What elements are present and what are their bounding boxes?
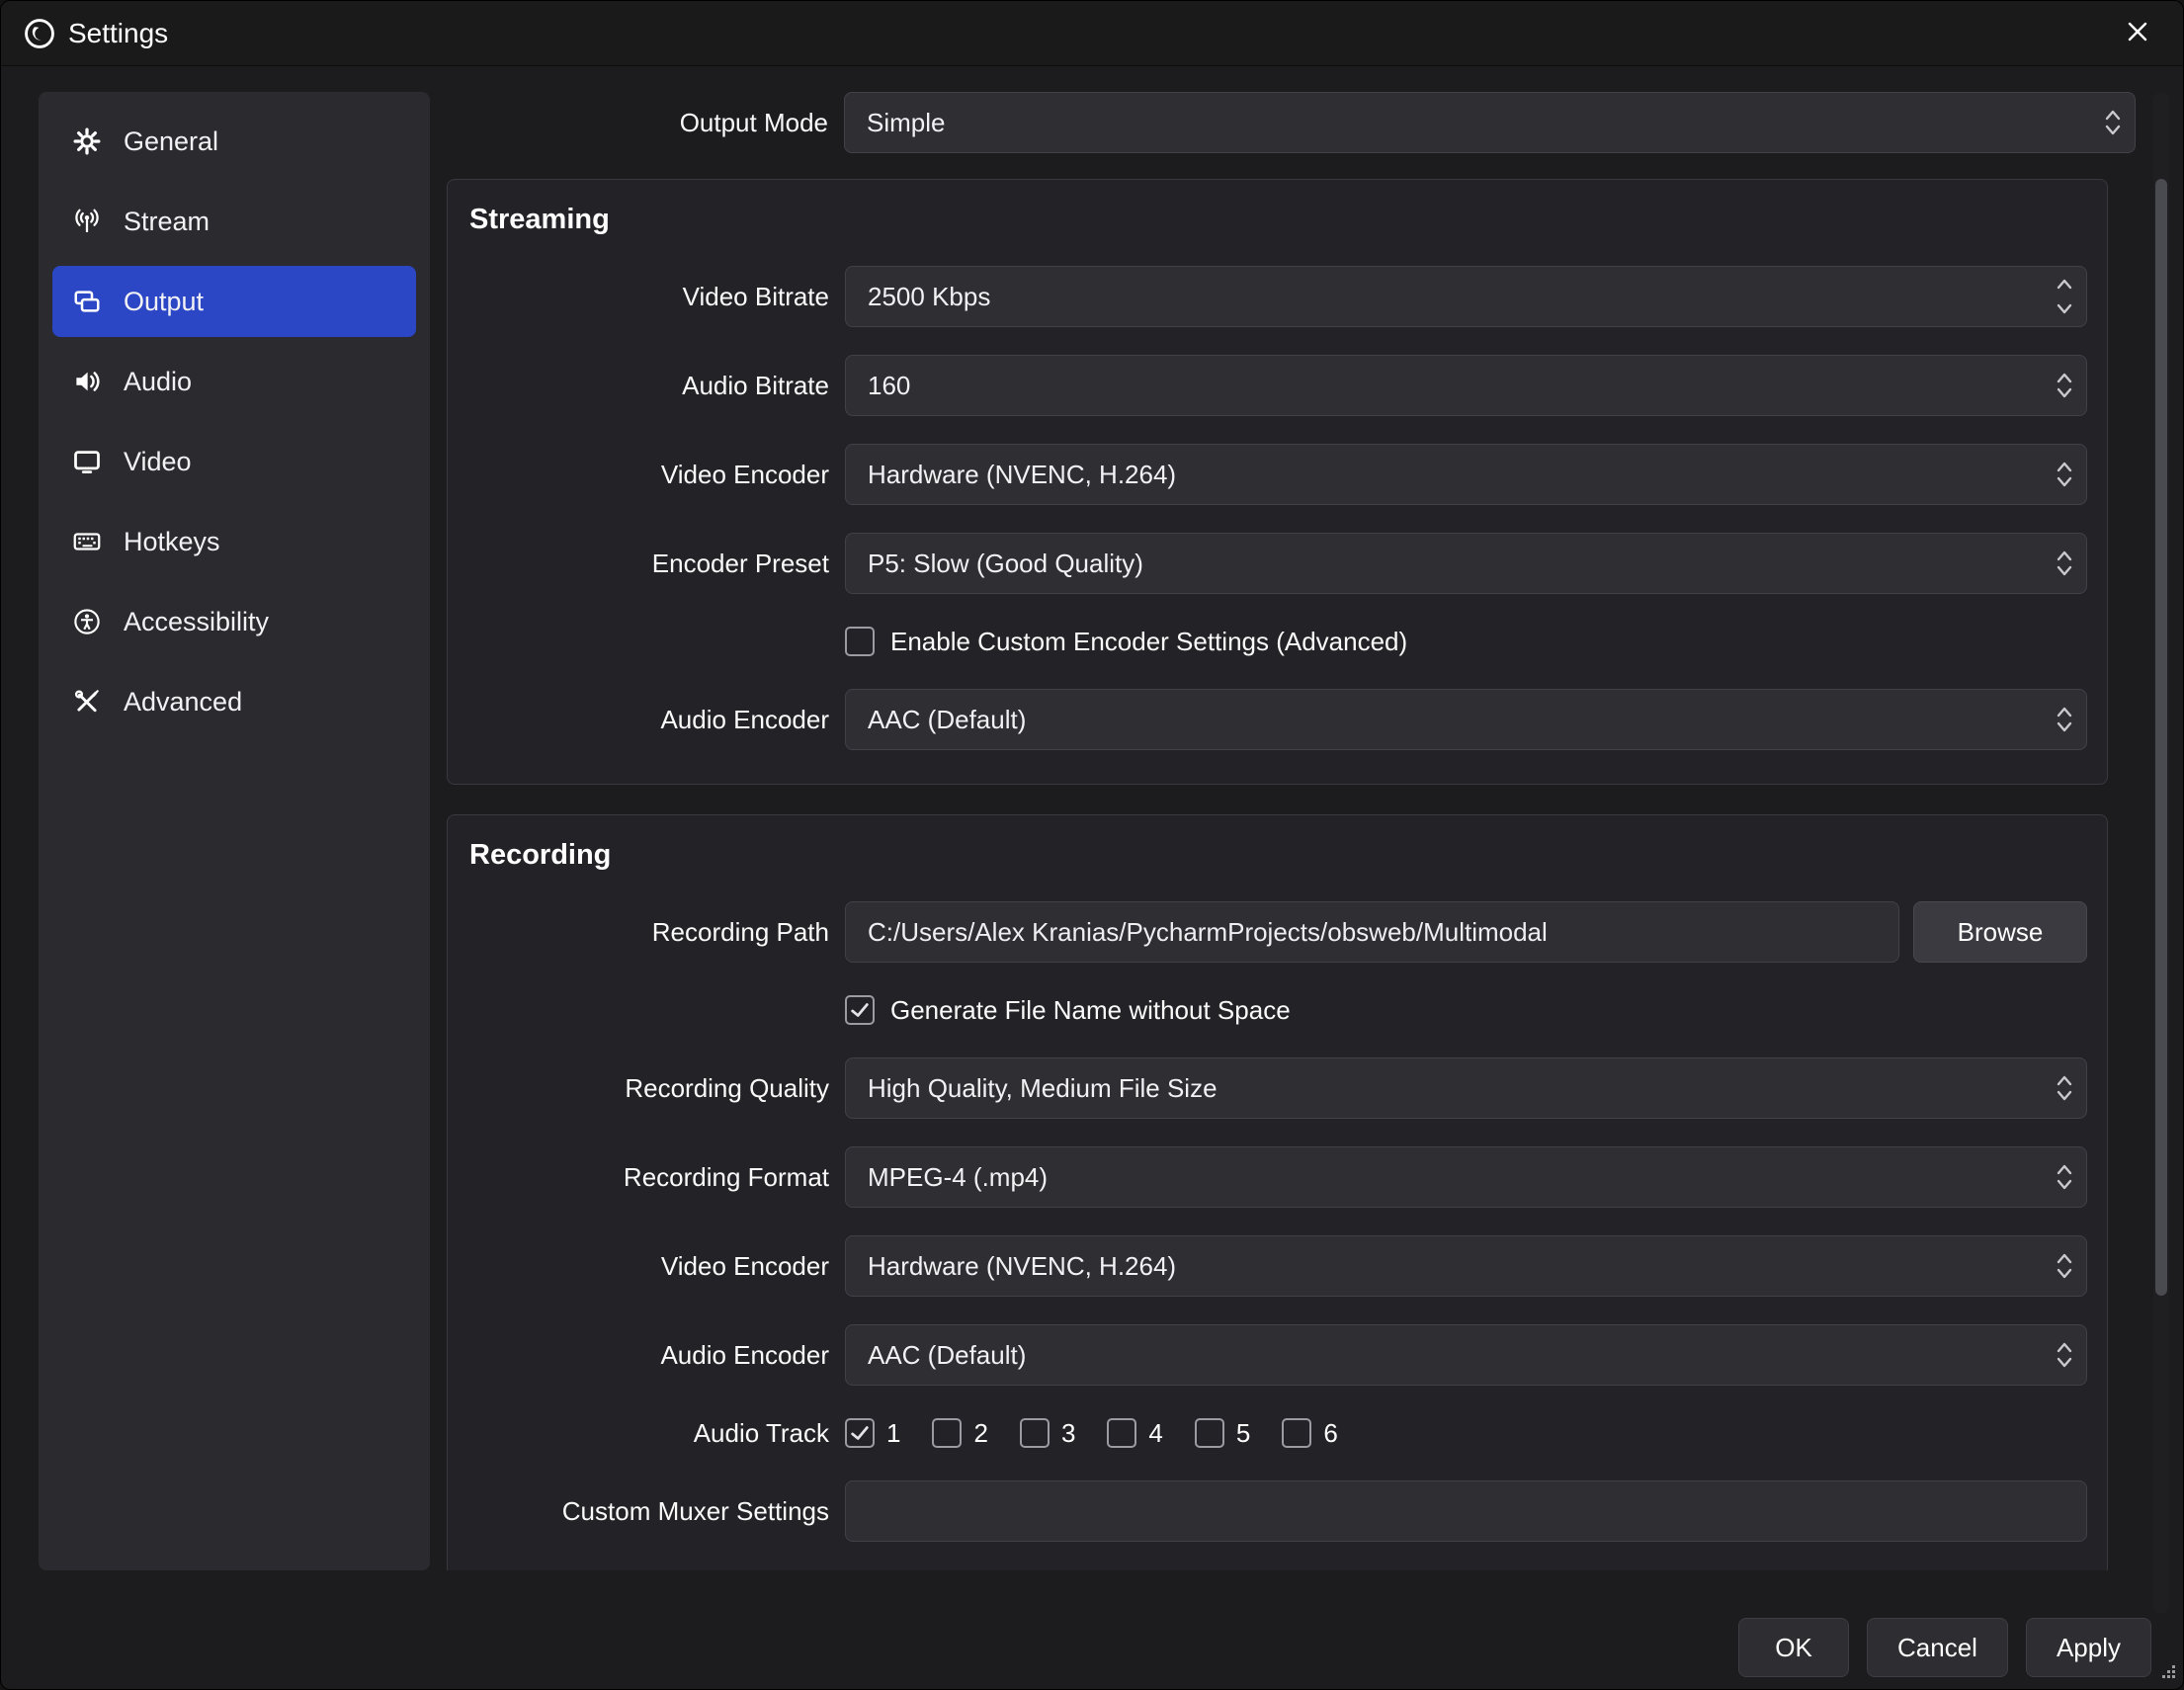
spinner-icon[interactable] — [2055, 369, 2074, 402]
audio-track-2: 2 — [932, 1418, 987, 1449]
audio-bitrate-select[interactable]: 160 — [845, 355, 2087, 416]
output-mode-select[interactable]: Simple — [844, 92, 2136, 153]
sidebar-item-label: Hotkeys — [124, 527, 220, 557]
browse-button[interactable]: Browse — [1913, 901, 2087, 963]
recording-path-input[interactable] — [845, 901, 1899, 963]
recording-quality-select[interactable]: High Quality, Medium File Size — [845, 1057, 2087, 1119]
spinner-icon[interactable] — [2055, 703, 2074, 736]
spinner-icon[interactable] — [2055, 1160, 2074, 1194]
sidebar-item-label: Advanced — [124, 687, 242, 718]
video-bitrate-spinbox[interactable]: 2500 Kbps — [845, 266, 2087, 327]
scrollbar-thumb[interactable] — [2155, 179, 2167, 1296]
stream-video-encoder-row: Video Encoder Hardware (NVENC, H.264) — [448, 444, 2087, 505]
sidebar-item-video[interactable]: Video — [52, 426, 416, 497]
spinner-icon[interactable] — [2055, 1071, 2074, 1105]
ok-button[interactable]: OK — [1738, 1618, 1849, 1677]
check-icon — [849, 999, 871, 1021]
sidebar-item-stream[interactable]: Stream — [52, 186, 416, 257]
sidebar-item-audio[interactable]: Audio — [52, 346, 416, 417]
recording-format-row: Recording Format MPEG-4 (.mp4) — [448, 1146, 2087, 1208]
spinner-icon[interactable] — [2055, 458, 2074, 491]
sidebar-item-label: Output — [124, 287, 204, 317]
audio-track-4: 4 — [1107, 1418, 1162, 1449]
video-bitrate-row: Video Bitrate 2500 Kbps — [448, 266, 2087, 327]
settings-window: Settings General Stream Output — [0, 0, 2184, 1690]
sidebar-item-label: Stream — [124, 207, 210, 237]
generate-filename-row: Generate File Name without Space — [448, 990, 2087, 1030]
speaker-icon — [72, 367, 102, 396]
output-mode-row: Output Mode Simple — [447, 92, 2136, 153]
spinner-icon[interactable] — [2055, 547, 2074, 580]
audio-track-3: 3 — [1020, 1418, 1075, 1449]
recording-path-row: Recording Path Browse — [448, 901, 2087, 963]
audio-bitrate-row: Audio Bitrate 160 — [448, 355, 2087, 416]
spinner-icon[interactable] — [2103, 106, 2123, 139]
recording-format-select[interactable]: MPEG-4 (.mp4) — [845, 1146, 2087, 1208]
encoder-preset-row: Encoder Preset P5: Slow (Good Quality) — [448, 533, 2087, 594]
audio-track-1-checkbox[interactable] — [845, 1418, 875, 1448]
vertical-scrollbar[interactable] — [2153, 92, 2169, 1614]
audio-track-4-checkbox[interactable] — [1107, 1418, 1136, 1448]
recording-quality-row: Recording Quality High Quality, Medium F… — [448, 1057, 2087, 1119]
encoder-preset-select[interactable]: P5: Slow (Good Quality) — [845, 533, 2087, 594]
custom-encoder-settings-row: Enable Custom Encoder Settings (Advanced… — [448, 622, 2087, 661]
sidebar-item-label: Video — [124, 447, 192, 477]
tools-icon — [72, 687, 102, 717]
sidebar-item-label: General — [124, 127, 218, 157]
keyboard-icon — [72, 527, 102, 556]
sidebar-item-general[interactable]: General — [52, 106, 416, 177]
stream-audio-encoder-select[interactable]: AAC (Default) — [845, 689, 2087, 750]
audio-track-5: 5 — [1195, 1418, 1250, 1449]
audio-track-2-checkbox[interactable] — [932, 1418, 962, 1448]
titlebar: Settings — [1, 1, 2183, 66]
close-icon — [2125, 19, 2150, 47]
output-mode-label: Output Mode — [447, 108, 828, 138]
monitor-icon — [72, 447, 102, 476]
audio-track-1: 1 — [845, 1418, 900, 1449]
custom-muxer-input[interactable] — [845, 1480, 2087, 1542]
apply-button[interactable]: Apply — [2026, 1618, 2151, 1677]
obs-logo-icon — [23, 17, 56, 50]
sidebar-item-accessibility[interactable]: Accessibility — [52, 586, 416, 657]
spinner-icon[interactable] — [2055, 275, 2074, 318]
generate-filename-checkbox[interactable] — [845, 995, 875, 1025]
sidebar-item-output[interactable]: Output — [52, 266, 416, 337]
audio-track-3-checkbox[interactable] — [1020, 1418, 1050, 1448]
streaming-group: Streaming Video Bitrate 2500 Kbps Audio … — [447, 179, 2108, 785]
check-icon — [849, 1422, 871, 1444]
recording-video-encoder-row: Video Encoder Hardware (NVENC, H.264) — [448, 1235, 2087, 1297]
settings-sidebar: General Stream Output Audio Video — [39, 92, 430, 1570]
audio-track-6-checkbox[interactable] — [1282, 1418, 1311, 1448]
spinner-icon[interactable] — [2055, 1249, 2074, 1283]
streaming-title: Streaming — [469, 204, 2087, 236]
output-icon — [72, 287, 102, 316]
gear-icon — [72, 127, 102, 156]
close-button[interactable] — [2114, 10, 2161, 57]
accessibility-icon — [72, 607, 102, 636]
sidebar-item-label: Audio — [124, 367, 192, 397]
dialog-footer: OK Cancel Apply — [1, 1618, 2151, 1677]
sidebar-item-label: Accessibility — [124, 607, 269, 637]
resize-grip[interactable] — [2159, 1662, 2177, 1685]
recording-audio-encoder-select[interactable]: AAC (Default) — [845, 1324, 2087, 1386]
recording-audio-encoder-row: Audio Encoder AAC (Default) — [448, 1324, 2087, 1386]
output-settings-panel: Output Mode Simple Streaming Video Bitra… — [447, 92, 2136, 1570]
cancel-button[interactable]: Cancel — [1867, 1618, 2008, 1677]
custom-muxer-row: Custom Muxer Settings — [448, 1480, 2087, 1542]
recording-title: Recording — [469, 839, 2087, 872]
broadcast-icon — [72, 207, 102, 236]
stream-video-encoder-select[interactable]: Hardware (NVENC, H.264) — [845, 444, 2087, 505]
audio-track-6: 6 — [1282, 1418, 1337, 1449]
audio-track-5-checkbox[interactable] — [1195, 1418, 1224, 1448]
stream-audio-encoder-row: Audio Encoder AAC (Default) — [448, 689, 2087, 750]
custom-encoder-checkbox[interactable] — [845, 627, 875, 656]
window-title: Settings — [68, 18, 168, 49]
recording-group: Recording Recording Path Browse Generate… — [447, 814, 2108, 1570]
audio-track-row: Audio Track 1 2 — [448, 1413, 2087, 1453]
recording-video-encoder-select[interactable]: Hardware (NVENC, H.264) — [845, 1235, 2087, 1297]
sidebar-item-advanced[interactable]: Advanced — [52, 666, 416, 737]
spinner-icon[interactable] — [2055, 1338, 2074, 1372]
sidebar-item-hotkeys[interactable]: Hotkeys — [52, 506, 416, 577]
